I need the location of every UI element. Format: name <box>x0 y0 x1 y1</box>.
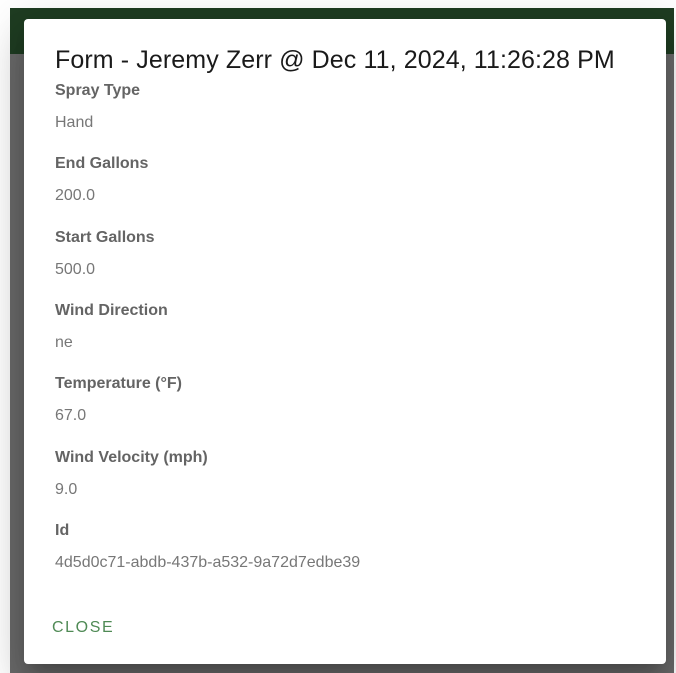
field-label: Start Gallons <box>55 229 155 246</box>
field-value: 500.0 <box>55 261 96 278</box>
field-value: 67.0 <box>55 407 87 424</box>
field-value: Hand <box>55 114 94 131</box>
field-label: End Gallons <box>55 155 149 172</box>
field-wind-velocity: Wind Velocity (mph) 9.0 <box>55 448 208 500</box>
field-label: Wind Velocity (mph) <box>55 449 208 466</box>
form-details-dialog: Form - Jeremy Zerr @ Dec 11, 2024, 11:26… <box>24 19 666 664</box>
field-start-gallons: Start Gallons 500.0 <box>55 228 155 280</box>
field-wind-direction: Wind Direction ne <box>55 301 168 353</box>
field-label: Temperature (°F) <box>55 375 183 392</box>
field-value: 9.0 <box>55 481 78 498</box>
field-label: Wind Direction <box>55 302 168 319</box>
dialog-title: Form - Jeremy Zerr @ Dec 11, 2024, 11:26… <box>55 46 615 74</box>
field-end-gallons: End Gallons 200.0 <box>55 154 148 206</box>
field-spray-type: Spray Type Hand <box>55 81 140 133</box>
field-value: ne <box>55 334 73 351</box>
field-temperature: Temperature (°F) 67.0 <box>55 374 182 426</box>
field-value: 4d5d0c71-abdb-437b-a532-9a72d7edbe39 <box>55 554 361 571</box>
field-value: 200.0 <box>55 187 96 204</box>
field-id: Id 4d5d0c71-abdb-437b-a532-9a72d7edbe39 <box>55 521 360 573</box>
close-button[interactable]: CLOSE <box>44 615 122 641</box>
field-label: Spray Type <box>55 82 141 99</box>
field-label: Id <box>55 522 70 539</box>
screen: Form - Jeremy Zerr @ Dec 11, 2024, 11:26… <box>0 0 676 673</box>
